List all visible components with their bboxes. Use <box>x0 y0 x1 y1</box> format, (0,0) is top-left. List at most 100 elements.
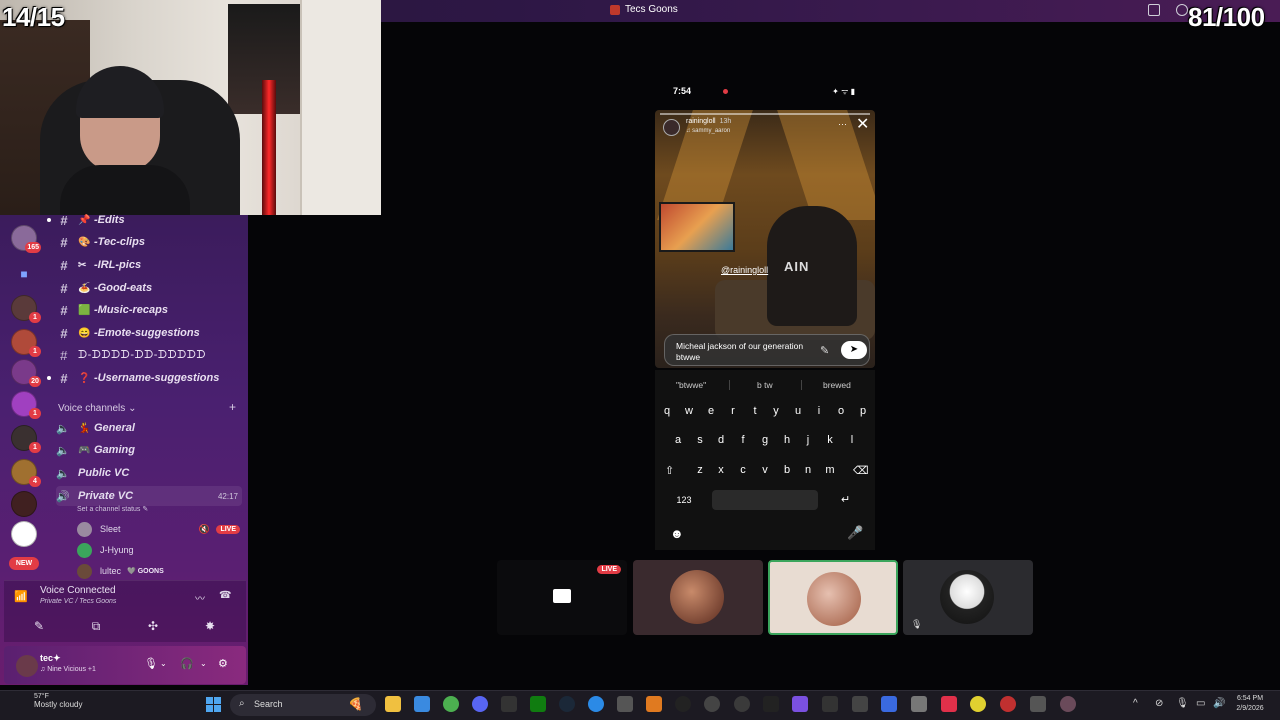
server-icon[interactable]: NEW <box>11 491 37 517</box>
voice-user[interactable]: Sleet 🔇 LIVE <box>77 520 242 538</box>
network-icon[interactable]: ▭ <box>1196 698 1205 709</box>
soundboard-button[interactable]: ✸ <box>188 618 232 634</box>
story-view[interactable] <box>655 110 875 368</box>
app-icon[interactable] <box>734 696 750 712</box>
key[interactable]: l <box>843 429 861 451</box>
voice-user[interactable]: J-Hyung <box>77 541 242 559</box>
microphone-icon[interactable]: 🎙 <box>1176 698 1189 709</box>
discord-icon[interactable] <box>472 696 488 712</box>
screen-share-button[interactable]: ⧉ <box>74 618 118 634</box>
channel-tec-clips[interactable]: # 🎨 -Tec-clips <box>50 232 242 252</box>
app-icon[interactable] <box>881 696 897 712</box>
voice-channel-public[interactable]: 🔈 Public VC <box>56 463 242 483</box>
server-icon[interactable]: 1 <box>11 295 41 323</box>
server-icon[interactable] <box>11 521 37 547</box>
server-icon[interactable]: 1 <box>11 391 41 419</box>
participant-tile[interactable] <box>633 560 763 635</box>
story-username[interactable]: rainingloll 13h <box>686 118 731 125</box>
help-icon[interactable] <box>1176 4 1188 16</box>
key[interactable]: s <box>691 429 709 451</box>
music-app-icon[interactable] <box>941 696 957 712</box>
key[interactable]: d <box>712 429 730 451</box>
key[interactable]: e <box>702 400 720 422</box>
weather-widget[interactable]: 57°F Mostly cloudy <box>6 693 86 709</box>
return-icon[interactable]: ↵ <box>841 493 850 506</box>
suggestion[interactable]: "btwwe" <box>676 380 706 390</box>
file-explorer-icon[interactable] <box>385 696 401 712</box>
close-icon[interactable]: ✕ <box>856 117 869 133</box>
microphone-icon[interactable]: 🎙 <box>144 657 158 670</box>
chrome-icon[interactable] <box>443 696 459 712</box>
key[interactable]: y <box>767 400 785 422</box>
chevron-down-icon[interactable]: ⌄ <box>200 659 207 668</box>
key[interactable]: q <box>658 400 676 422</box>
key[interactable]: c <box>734 459 752 481</box>
browser-icon[interactable] <box>588 696 604 712</box>
voice-channel-gaming[interactable]: 🔈 🎮 Gaming <box>56 440 242 460</box>
store-icon[interactable] <box>414 696 430 712</box>
search-box[interactable]: ⌕ Search 🍕 <box>230 694 376 716</box>
shift-icon[interactable]: ⇧ <box>665 464 674 477</box>
app-icon[interactable] <box>617 696 633 712</box>
send-button[interactable]: ➤ <box>841 341 867 359</box>
server-icon[interactable]: 165 <box>11 225 41 253</box>
channel-irl-pics[interactable]: # ✂ -IRL-pics <box>50 255 242 275</box>
add-channel-icon[interactable]: + <box>229 400 236 414</box>
key[interactable]: b <box>778 459 796 481</box>
screen-share-icon[interactable] <box>1148 4 1160 16</box>
app-icon[interactable] <box>792 696 808 712</box>
key[interactable]: t <box>746 400 764 422</box>
space-key[interactable] <box>712 490 818 510</box>
emoji-icon[interactable]: ☻ <box>670 526 684 541</box>
avatar[interactable] <box>663 119 680 136</box>
app-icon[interactable] <box>1000 696 1016 712</box>
participant-tile[interactable]: 🎙 <box>903 560 1033 635</box>
signal-icon[interactable]: 📶 <box>14 590 28 603</box>
story-music[interactable]: ♫ sammy_aaron <box>686 128 730 134</box>
volume-icon[interactable]: 🔊 <box>1213 698 1225 709</box>
channel-emote-suggestions[interactable]: # 😄 -Emote-suggestions <box>50 323 242 343</box>
camera-off-button[interactable]: ✎ <box>17 618 61 634</box>
disconnect-icon[interactable]: ☎ <box>219 590 233 602</box>
folder-icon[interactable]: ■ <box>11 261 37 287</box>
voice-status-subtitle[interactable]: Private VC / Tecs Goons <box>40 598 116 605</box>
key[interactable]: m <box>821 459 839 481</box>
app-icon[interactable] <box>970 696 986 712</box>
key[interactable]: f <box>734 429 752 451</box>
voice-channel-private[interactable]: 🔊 Private VC 42:17 <box>56 486 242 506</box>
activities-button[interactable]: ✣ <box>131 618 175 634</box>
key[interactable]: h <box>778 429 796 451</box>
backspace-icon[interactable]: ⌫ <box>853 464 869 477</box>
app-icon[interactable] <box>675 696 691 712</box>
key[interactable]: a <box>669 429 687 451</box>
suggestion[interactable]: brewed <box>823 380 851 390</box>
key[interactable]: w <box>680 400 698 422</box>
settings-gear-icon[interactable]: ⚙ <box>218 657 228 670</box>
suggestion[interactable]: b tw <box>757 380 773 390</box>
server-icon[interactable]: 4 <box>11 459 41 487</box>
channel-unnamed[interactable]: # ᗪ-ᗪᗪᗪᗪ-ᗪᗪ-ᗪᗪᗪᗪᗪ <box>50 345 242 365</box>
xbox-icon[interactable] <box>530 696 546 712</box>
stream-tile[interactable]: LIVE <box>497 560 627 635</box>
key[interactable]: p <box>854 400 872 422</box>
noise-suppression-icon[interactable]: 〰 <box>195 590 209 605</box>
chevron-down-icon[interactable]: ⌄ <box>160 659 167 668</box>
reply-input[interactable]: Micheal jackson of our generation btwwe … <box>664 334 870 366</box>
voice-user[interactable]: lultec 🩶 GOONS <box>77 562 242 580</box>
key[interactable]: x <box>712 459 730 481</box>
chevron-up-icon[interactable]: ^ <box>1133 698 1138 709</box>
server-icon[interactable]: 1 <box>11 425 41 453</box>
app-icon[interactable] <box>1030 696 1046 712</box>
key[interactable]: i <box>810 400 828 422</box>
start-icon[interactable] <box>206 697 221 712</box>
mention-sticker[interactable]: @rainingloll <box>718 264 771 276</box>
headphones-icon[interactable]: 🎧 <box>180 657 194 670</box>
key[interactable]: g <box>756 429 774 451</box>
key[interactable]: o <box>832 400 850 422</box>
username[interactable]: tec✦ <box>40 653 61 664</box>
app-icon[interactable] <box>852 696 868 712</box>
channel-music-recaps[interactable]: # 🟩 -Music-recaps <box>50 300 242 320</box>
channel-username-suggestions[interactable]: # ❓ -Username-suggestions <box>47 368 242 388</box>
avatar[interactable] <box>16 655 38 677</box>
app-icon[interactable] <box>1060 696 1076 712</box>
